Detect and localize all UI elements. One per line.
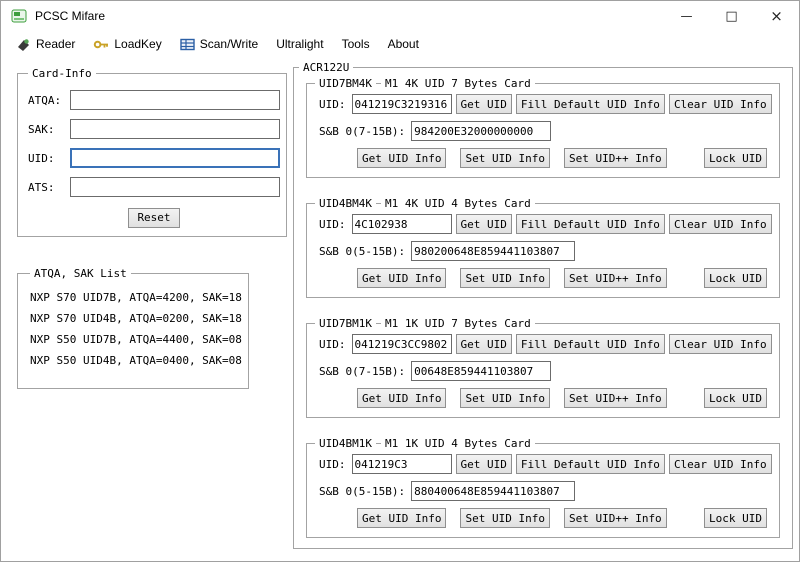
list-item: NXP S70 UID4B, ATQA=0200, SAK=18 (30, 312, 242, 325)
group-name: UID7BM4K (315, 77, 376, 90)
acr122u-title: ACR122U (299, 61, 354, 74)
uid-label: UID: (319, 457, 346, 471)
acr122u-group: ACR122U UID7BM4K M1 4K UID 7 Bytes Card … (293, 61, 793, 549)
get-uid-info-button[interactable]: Get UID Info (357, 508, 447, 528)
get-uid-button[interactable]: Get UID (455, 214, 512, 234)
uid-input[interactable] (351, 94, 452, 114)
app-window: PCSC Mifare — □ × Reader LoadKey Scan/Wr… (0, 0, 800, 562)
sb-label: S&B 0(7-15B): (319, 364, 406, 378)
ats-input[interactable] (70, 177, 280, 197)
atqa-sak-list-group: ATQA, SAK List NXP S70 UID7B, ATQA=4200,… (17, 267, 249, 389)
lock-uid-button[interactable]: Lock UID (704, 508, 767, 528)
maximize-button[interactable]: □ (709, 1, 754, 31)
menu-item-scanwrite[interactable]: Scan/Write (171, 33, 267, 56)
minimize-button[interactable]: — (664, 1, 709, 31)
uid-input[interactable] (351, 214, 452, 234)
get-uid-button[interactable]: Get UID (455, 334, 512, 354)
atqa-sak-list-title: ATQA, SAK List (30, 267, 131, 280)
fill-default-uid-info-button[interactable]: Fill Default UID Info (515, 454, 665, 474)
card-type-label: M1 1K UID 4 Bytes Card (381, 437, 535, 450)
group-name: UID7BM1K (315, 317, 376, 330)
list-item: NXP S70 UID7B, ATQA=4200, SAK=18 (30, 291, 242, 304)
sb-input[interactable] (411, 241, 576, 261)
list-item: NXP S50 UID7B, ATQA=4400, SAK=08 (30, 333, 242, 346)
set-uid-info-button[interactable]: Set UID Info (460, 268, 550, 288)
clear-uid-info-button[interactable]: Clear UID Info (668, 214, 772, 234)
close-button[interactable]: × (754, 1, 799, 31)
menu-label-scanwrite: Scan/Write (199, 37, 259, 51)
uid-input[interactable] (351, 454, 452, 474)
ats-label: ATS: (28, 180, 55, 194)
key-icon (93, 37, 109, 52)
uid4bm4k-group: UID4BM4K M1 4K UID 4 Bytes Card UID: Get… (306, 197, 780, 298)
sb-input[interactable] (411, 361, 552, 381)
sb-label: S&B 0(7-15B): (319, 124, 406, 138)
atqa-input[interactable] (70, 90, 280, 110)
sb-label: S&B 0(5-15B): (319, 244, 406, 258)
window-controls: — □ × (664, 1, 799, 31)
menu-item-tools[interactable]: Tools (333, 33, 379, 55)
group-name: UID4BM1K (315, 437, 376, 450)
card-type-label: M1 1K UID 7 Bytes Card (381, 317, 535, 330)
menu-item-reader[interactable]: Reader (7, 33, 84, 56)
get-uid-info-button[interactable]: Get UID Info (357, 148, 447, 168)
set-uid-info-button[interactable]: Set UID Info (460, 388, 550, 408)
group-name: UID4BM4K (315, 197, 376, 210)
window-title: PCSC Mifare (35, 9, 106, 23)
atqa-label: ATQA: (28, 93, 62, 107)
set-uid-plus-plus-info-button[interactable]: Set UID++ Info (563, 388, 667, 408)
menubar: Reader LoadKey Scan/Write Ultralight Too… (1, 31, 799, 57)
set-uid-plus-plus-info-button[interactable]: Set UID++ Info (563, 508, 667, 528)
get-uid-info-button[interactable]: Get UID Info (357, 268, 447, 288)
menu-label-loadkey: LoadKey (114, 37, 162, 51)
lock-uid-button[interactable]: Lock UID (704, 268, 767, 288)
sb-label: S&B 0(5-15B): (319, 484, 406, 498)
set-uid-info-button[interactable]: Set UID Info (460, 148, 550, 168)
list-item: NXP S50 UID4B, ATQA=0400, SAK=08 (30, 354, 242, 367)
scan-write-icon (180, 37, 195, 52)
clear-uid-info-button[interactable]: Clear UID Info (668, 94, 772, 114)
uid-input[interactable] (351, 334, 452, 354)
set-uid-info-button[interactable]: Set UID Info (460, 508, 550, 528)
menu-item-about[interactable]: About (379, 33, 428, 55)
titlebar: PCSC Mifare — □ × (1, 1, 799, 31)
sak-label: SAK: (28, 122, 55, 136)
app-icon (11, 8, 27, 24)
card-type-label: M1 4K UID 4 Bytes Card (381, 197, 535, 210)
get-uid-button[interactable]: Get UID (455, 94, 512, 114)
card-type-label: M1 4K UID 7 Bytes Card (381, 77, 535, 90)
uid-label: UID: (319, 97, 346, 111)
set-uid-plus-plus-info-button[interactable]: Set UID++ Info (563, 148, 667, 168)
menu-label-tools: Tools (341, 37, 370, 51)
reader-icon (16, 37, 31, 52)
get-uid-info-button[interactable]: Get UID Info (357, 388, 447, 408)
uid-input[interactable] (70, 148, 280, 168)
card-info-title: Card-Info (28, 67, 96, 80)
menu-item-loadkey[interactable]: LoadKey (84, 33, 170, 56)
sb-input[interactable] (411, 121, 552, 141)
fill-default-uid-info-button[interactable]: Fill Default UID Info (515, 334, 665, 354)
sak-input[interactable] (70, 119, 280, 139)
clear-uid-info-button[interactable]: Clear UID Info (668, 334, 772, 354)
menu-label-reader: Reader (36, 37, 76, 51)
sb-input[interactable] (411, 481, 576, 501)
fill-default-uid-info-button[interactable]: Fill Default UID Info (515, 94, 665, 114)
uid4bm1k-group: UID4BM1K M1 1K UID 4 Bytes Card UID: Get… (306, 437, 780, 538)
uid-label: UID: (319, 337, 346, 351)
lock-uid-button[interactable]: Lock UID (704, 388, 767, 408)
uid7bm4k-group: UID7BM4K M1 4K UID 7 Bytes Card UID: Get… (306, 77, 780, 178)
menu-item-ultralight[interactable]: Ultralight (267, 33, 332, 55)
lock-uid-button[interactable]: Lock UID (704, 148, 767, 168)
reset-button[interactable]: Reset (128, 207, 180, 228)
get-uid-button[interactable]: Get UID (455, 454, 512, 474)
menu-label-ultralight: Ultralight (276, 37, 324, 51)
uid-label: UID: (319, 217, 346, 231)
card-info-group: Card-Info ATQA: SAK: UID: ATS: Reset (17, 67, 287, 237)
uid-label: UID: (28, 151, 55, 165)
fill-default-uid-info-button[interactable]: Fill Default UID Info (515, 214, 665, 234)
menu-label-about: About (387, 37, 419, 51)
clear-uid-info-button[interactable]: Clear UID Info (668, 454, 772, 474)
uid7bm1k-group: UID7BM1K M1 1K UID 7 Bytes Card UID: Get… (306, 317, 780, 418)
set-uid-plus-plus-info-button[interactable]: Set UID++ Info (563, 268, 667, 288)
